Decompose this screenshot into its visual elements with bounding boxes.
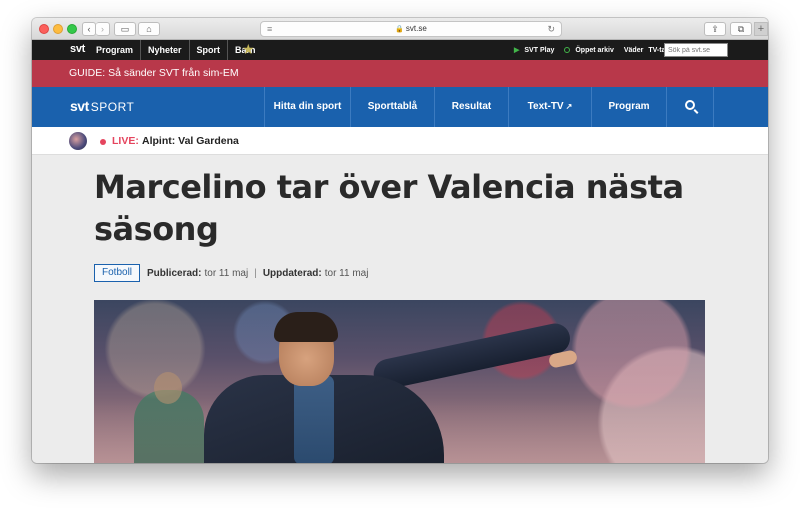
close-window-button[interactable] bbox=[39, 24, 49, 34]
category-tag[interactable]: Fotboll bbox=[94, 264, 141, 282]
external-link-icon: ↗ bbox=[565, 102, 573, 111]
guide-banner[interactable]: GUIDE: Så sänder SVT från sim-EM bbox=[32, 60, 768, 87]
share-icon[interactable]: ⇪ bbox=[704, 22, 726, 36]
updated-date: tor 11 maj bbox=[324, 267, 369, 279]
live-label: LIVE: bbox=[112, 135, 139, 147]
home-icon[interactable]: ⌂ bbox=[138, 22, 160, 36]
reload-icon[interactable]: ↻ bbox=[547, 22, 555, 36]
article-hero-image bbox=[94, 300, 705, 463]
topnav-nyheter[interactable]: Nyheter bbox=[141, 40, 190, 60]
nav-search[interactable] bbox=[666, 87, 714, 127]
sidebar-toggle-icon[interactable]: ▭ bbox=[114, 22, 136, 36]
topnav-sport[interactable]: Sport bbox=[190, 40, 229, 60]
article-headline: Marcelino tar över Valencia nästa säsong bbox=[94, 168, 684, 248]
oppet-arkiv-label: Öppet arkiv bbox=[575, 46, 614, 54]
meta-separator: | bbox=[254, 267, 257, 279]
guide-text[interactable]: GUIDE: Så sänder SVT från sim-EM bbox=[69, 67, 239, 79]
svt-play-label: SVT Play bbox=[524, 47, 555, 54]
svt-sport-logo-sport: SPORT bbox=[90, 100, 135, 114]
svt-sport-logo-svt: svt bbox=[70, 98, 89, 114]
svt-logo[interactable]: svt bbox=[70, 43, 85, 55]
svt-sport-logo[interactable]: svt SPORT bbox=[70, 98, 134, 114]
svt-play-link[interactable]: ▶ SVT Play bbox=[514, 46, 559, 54]
oppet-arkiv-link[interactable]: Öppet arkiv bbox=[564, 46, 619, 54]
coach-hair bbox=[274, 312, 338, 342]
coach-scarf bbox=[294, 375, 334, 463]
nav-text-tv-label: Text-TV bbox=[527, 101, 564, 112]
live-bar[interactable]: LIVE: Alpint: Val Gardena bbox=[32, 127, 768, 155]
browser-window: ‹ › ▭ ⌂ ≡ 🔒 svt.se ↻ ⇪ ⧉ + svt Program Ny… bbox=[32, 18, 768, 463]
nav-resultat[interactable]: Resultat bbox=[434, 87, 508, 127]
maximize-window-button[interactable] bbox=[67, 24, 77, 34]
barn-mascot-icon[interactable]: ★ bbox=[242, 41, 255, 58]
tabs-overview-icon[interactable]: ⧉ bbox=[730, 22, 752, 36]
live-thumbnail bbox=[69, 132, 87, 150]
published-date: tor 11 maj bbox=[204, 267, 249, 279]
archive-icon bbox=[564, 46, 571, 53]
back-arrow-icon[interactable]: ‹ bbox=[82, 22, 96, 36]
lock-icon: 🔒 bbox=[395, 26, 404, 33]
address-url: svt.se bbox=[405, 24, 427, 33]
svt-top-nav: Program Nyheter Sport Barn bbox=[89, 40, 263, 60]
svt-top-bar: svt Program Nyheter Sport Barn ★ ▶ SVT Pl… bbox=[32, 40, 768, 60]
search-icon bbox=[685, 100, 695, 110]
nav-hitta-din-sport[interactable]: Hitta din sport bbox=[264, 87, 350, 127]
site-search-input[interactable] bbox=[664, 43, 728, 57]
web-page: svt Program Nyheter Sport Barn ★ ▶ SVT Pl… bbox=[32, 40, 768, 463]
nav-sporttabla[interactable]: Sporttablå bbox=[350, 87, 434, 127]
topnav-program[interactable]: Program bbox=[89, 40, 142, 60]
address-bar[interactable]: ≡ 🔒 svt.se ↻ bbox=[260, 21, 562, 37]
updated-label: Uppdaterad: bbox=[262, 267, 322, 279]
browser-toolbar: ‹ › ▭ ⌂ ≡ 🔒 svt.se ↻ ⇪ ⧉ + bbox=[32, 18, 768, 40]
nav-text-tv[interactable]: Text-TV ↗ bbox=[508, 87, 591, 127]
sport-header: svt SPORT Hitta din sport Sporttablå Resu… bbox=[32, 87, 768, 127]
sport-nav: Hitta din sport Sporttablå Resultat Text… bbox=[264, 87, 714, 127]
minimize-window-button[interactable] bbox=[53, 24, 63, 34]
published-label: Publicerad: bbox=[147, 267, 202, 279]
nav-program[interactable]: Program bbox=[591, 87, 666, 127]
new-tab-icon[interactable]: + bbox=[754, 22, 768, 36]
forward-arrow-icon[interactable]: › bbox=[96, 22, 110, 36]
vader-link[interactable]: Väder bbox=[624, 47, 643, 54]
reader-list-icon[interactable]: ≡ bbox=[267, 22, 272, 36]
article-meta: Fotboll Publicerad: tor 11 maj | Uppdate… bbox=[94, 263, 368, 283]
background-player-head bbox=[154, 372, 182, 404]
live-title[interactable]: Alpint: Val Gardena bbox=[142, 135, 239, 147]
svt-right-links: ▶ SVT Play Öppet arkiv Väder TV-tablå bbox=[514, 40, 681, 60]
live-dot-icon bbox=[100, 139, 106, 145]
play-icon: ▶ bbox=[514, 47, 520, 54]
